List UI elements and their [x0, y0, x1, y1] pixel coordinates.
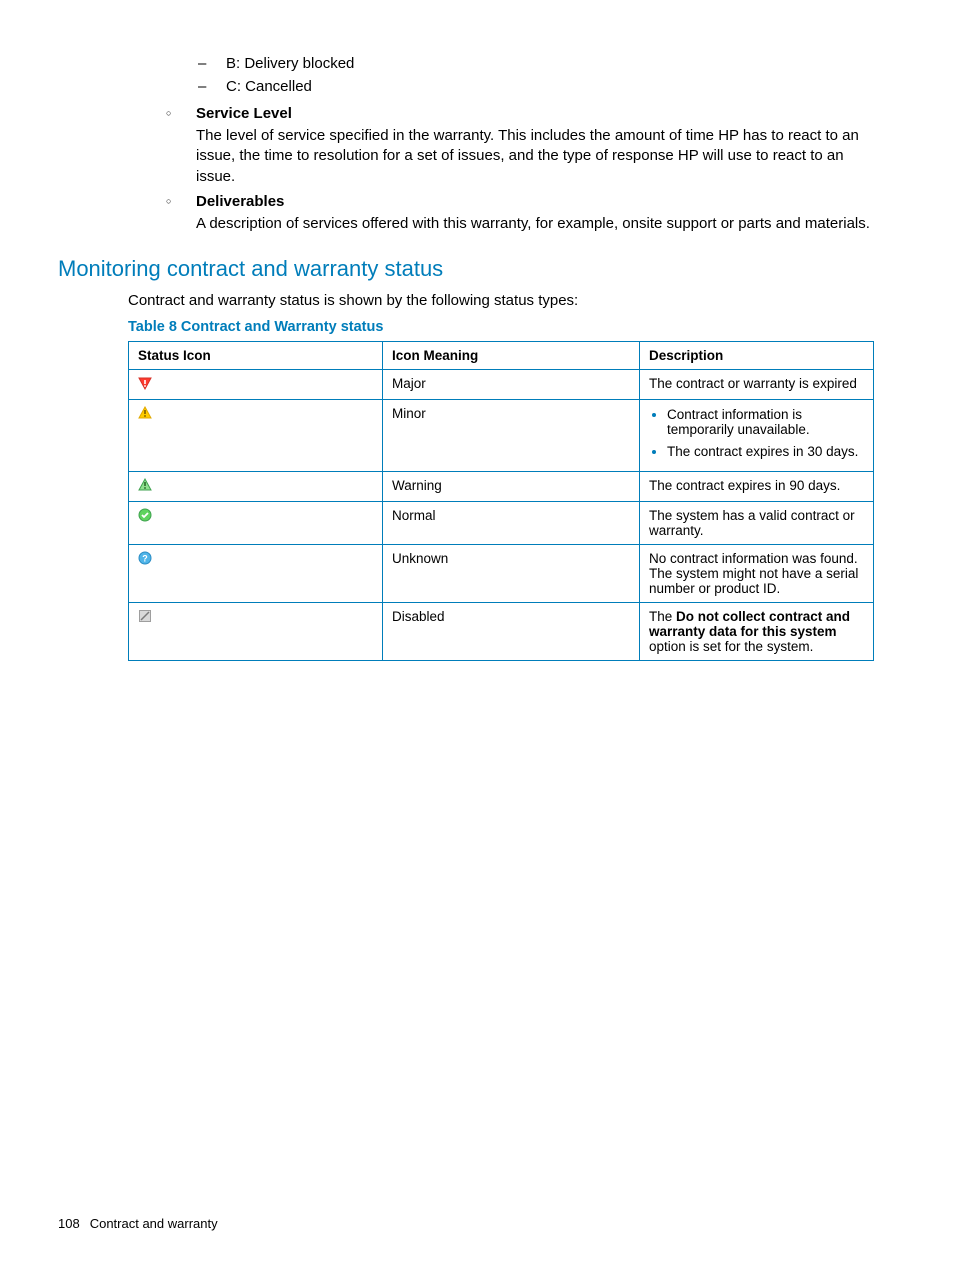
svg-text:?: ?	[142, 554, 148, 564]
normal-icon	[138, 508, 152, 525]
icon-description: Contract information is temporarily unav…	[640, 400, 874, 472]
icon-meaning: Major	[383, 370, 640, 400]
status-icon-cell: ?	[129, 545, 383, 603]
desc-prefix: The	[649, 609, 676, 624]
icon-description: No contract information was found. The s…	[640, 545, 874, 603]
list-item: – C: Cancelled	[198, 78, 872, 95]
status-icon-cell	[129, 502, 383, 545]
sub-bullet-list: – B: Delivery blocked – C: Cancelled	[198, 55, 872, 95]
desc-bullet: The contract expires in 30 days.	[667, 443, 864, 459]
table-row: ? Unknown No contract information was fo…	[129, 545, 874, 603]
dash-bullet: –	[198, 55, 226, 72]
table-caption: Table 8 Contract and Warranty status	[128, 319, 872, 335]
major-icon	[138, 376, 152, 393]
status-table: Status Icon Icon Meaning Description Maj…	[128, 341, 874, 661]
table-header: Description	[640, 342, 874, 370]
status-icon-cell	[129, 603, 383, 661]
icon-description: The system has a valid contract or warra…	[640, 502, 874, 545]
circle-bullet-icon: ○	[166, 196, 196, 206]
list-item: ○ Deliverables A description of services…	[166, 193, 872, 234]
disabled-icon	[138, 609, 152, 626]
icon-meaning: Warning	[383, 472, 640, 502]
status-icon-cell	[129, 472, 383, 502]
term-body: The level of service specified in the wa…	[196, 126, 872, 187]
table-row: Warning The contract expires in 90 days.	[129, 472, 874, 502]
desc-bold: Do not collect contract and warranty dat…	[649, 609, 850, 639]
icon-meaning: Minor	[383, 400, 640, 472]
warning-icon	[138, 478, 152, 495]
list-item-text: C: Cancelled	[226, 78, 312, 95]
table-row: Normal The system has a valid contract o…	[129, 502, 874, 545]
term-body: A description of services offered with t…	[196, 214, 872, 234]
dash-bullet: –	[198, 78, 226, 95]
icon-description: The contract or warranty is expired	[640, 370, 874, 400]
desc-suffix: option is set for the system.	[649, 639, 813, 654]
table-header: Status Icon	[129, 342, 383, 370]
page-number: 108	[58, 1216, 80, 1231]
term-title: Service Level	[196, 105, 292, 122]
table-header: Icon Meaning	[383, 342, 640, 370]
term-title: Deliverables	[196, 193, 284, 210]
footer-section: Contract and warranty	[90, 1216, 218, 1231]
intro-text: Contract and warranty status is shown by…	[128, 292, 872, 309]
section-heading: Monitoring contract and warranty status	[58, 256, 872, 282]
status-icon-cell	[129, 400, 383, 472]
list-item: ○ Service Level The level of service spe…	[166, 105, 872, 187]
status-icon-cell	[129, 370, 383, 400]
desc-bullet: Contract information is temporarily unav…	[667, 406, 864, 437]
list-item: – B: Delivery blocked	[198, 55, 872, 72]
unknown-icon: ?	[138, 551, 152, 568]
icon-meaning: Normal	[383, 502, 640, 545]
table-row: Disabled The Do not collect contract and…	[129, 603, 874, 661]
icon-meaning: Disabled	[383, 603, 640, 661]
minor-icon	[138, 406, 152, 423]
circle-bullet-icon: ○	[166, 108, 196, 118]
table-row: Minor Contract information is temporaril…	[129, 400, 874, 472]
table-row: Major The contract or warranty is expire…	[129, 370, 874, 400]
icon-meaning: Unknown	[383, 545, 640, 603]
page-footer: 108 Contract and warranty	[58, 1216, 218, 1231]
definition-list: ○ Service Level The level of service spe…	[166, 105, 872, 234]
icon-description: The Do not collect contract and warranty…	[640, 603, 874, 661]
list-item-text: B: Delivery blocked	[226, 55, 354, 72]
icon-description: The contract expires in 90 days.	[640, 472, 874, 502]
